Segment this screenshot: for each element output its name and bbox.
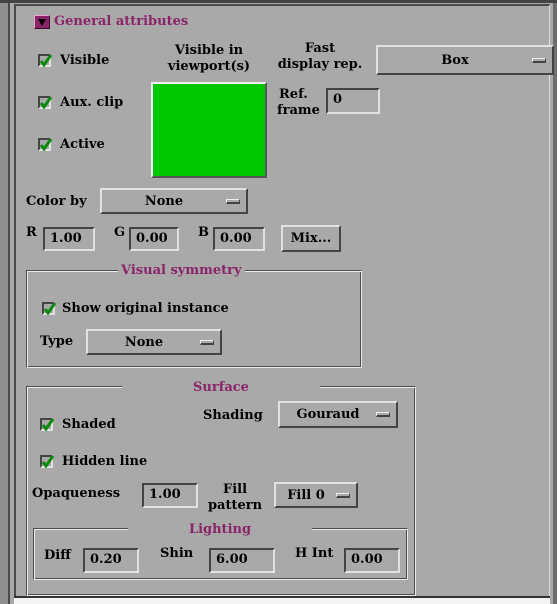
collapse-toggle[interactable] — [34, 15, 50, 29]
mix-button[interactable]: Mix... — [281, 225, 341, 252]
b-input[interactable]: 0.00 — [213, 227, 265, 251]
visible-label: Visible — [60, 53, 110, 68]
b-label: B — [198, 225, 209, 240]
symmetry-type-label: Type — [40, 334, 74, 349]
symmetry-type-menu[interactable]: None — [86, 329, 222, 355]
surface-title: Surface — [193, 380, 249, 395]
shading-value: Gouraud — [296, 407, 360, 422]
color-by-menu[interactable]: None — [100, 188, 248, 214]
viewport-label-line1: Visible in — [174, 43, 244, 58]
window-frame-right — [553, 0, 557, 604]
shading-label: Shading — [203, 408, 263, 423]
shin-label: Shin — [160, 546, 194, 561]
viewport-color-swatch[interactable] — [151, 82, 267, 178]
diff-label: Diff — [44, 548, 71, 563]
visible-checkbox[interactable] — [38, 54, 53, 68]
active-label: Active — [60, 137, 105, 152]
hidden-line-checkbox[interactable] — [40, 455, 55, 469]
r-label: R — [26, 225, 37, 240]
fill-pattern-value: Fill 0 — [287, 487, 325, 503]
option-menu-indicator-icon — [200, 339, 214, 345]
general-attributes-header: General attributes — [54, 14, 189, 29]
show-original-checkbox[interactable] — [42, 302, 57, 316]
option-menu-indicator-icon — [336, 492, 350, 498]
option-menu-indicator-icon — [226, 198, 240, 204]
window-frame-left — [0, 0, 8, 604]
check-icon — [40, 55, 53, 68]
show-original-label: Show original instance — [62, 301, 229, 316]
viewport-label-line2: viewport(s) — [167, 59, 251, 74]
shin-input[interactable]: 6.00 — [209, 548, 275, 573]
check-icon — [42, 419, 55, 432]
window-frame-left-edge — [8, 0, 10, 604]
color-by-value: None — [144, 193, 184, 209]
opaqueness-input[interactable]: 1.00 — [142, 483, 198, 508]
g-input[interactable]: 0.00 — [129, 227, 179, 251]
h-int-input[interactable]: 0.00 — [344, 548, 400, 573]
ref-frame-label-line2: frame — [277, 103, 320, 118]
h-int-label: H Int — [295, 546, 334, 561]
triangle-down-icon — [38, 19, 46, 26]
check-icon — [40, 97, 53, 110]
ref-frame-label-line1: Ref. — [279, 87, 308, 102]
fast-display-value: Box — [441, 52, 469, 68]
bottom-white — [14, 598, 550, 604]
check-icon — [42, 456, 55, 469]
fast-display-label-line1: Fast — [304, 41, 336, 56]
check-icon — [44, 303, 57, 316]
fill-pattern-menu[interactable]: Fill 0 — [274, 482, 358, 508]
opaqueness-label: Opaqueness — [32, 486, 121, 501]
g-label: G — [114, 225, 126, 240]
diff-input[interactable]: 0.20 — [83, 548, 139, 573]
active-checkbox[interactable] — [38, 138, 53, 152]
lighting-title: Lighting — [188, 522, 252, 537]
window-frame-top — [0, 0, 557, 3]
shaded-label: Shaded — [62, 417, 116, 432]
fast-display-label-line2: display rep. — [277, 57, 363, 72]
shading-menu[interactable]: Gouraud — [278, 401, 398, 428]
fill-pattern-label-line1: Fill — [222, 482, 248, 497]
aux-clip-checkbox[interactable] — [38, 96, 53, 110]
color-by-label: Color by — [26, 194, 87, 209]
visual-symmetry-title: Visual symmetry — [118, 263, 245, 278]
option-menu-indicator-icon — [376, 412, 390, 417]
ref-frame-input[interactable]: 0 — [326, 88, 380, 114]
aux-clip-label: Aux. clip — [60, 95, 124, 110]
r-input[interactable]: 1.00 — [43, 227, 95, 251]
shaded-checkbox[interactable] — [40, 418, 55, 432]
symmetry-type-value: None — [124, 334, 164, 350]
hidden-line-label: Hidden line — [62, 454, 148, 469]
option-menu-indicator-icon — [532, 57, 546, 63]
fast-display-menu[interactable]: Box — [376, 45, 554, 75]
check-icon — [40, 139, 53, 152]
fill-pattern-label-line2: pattern — [207, 498, 263, 513]
